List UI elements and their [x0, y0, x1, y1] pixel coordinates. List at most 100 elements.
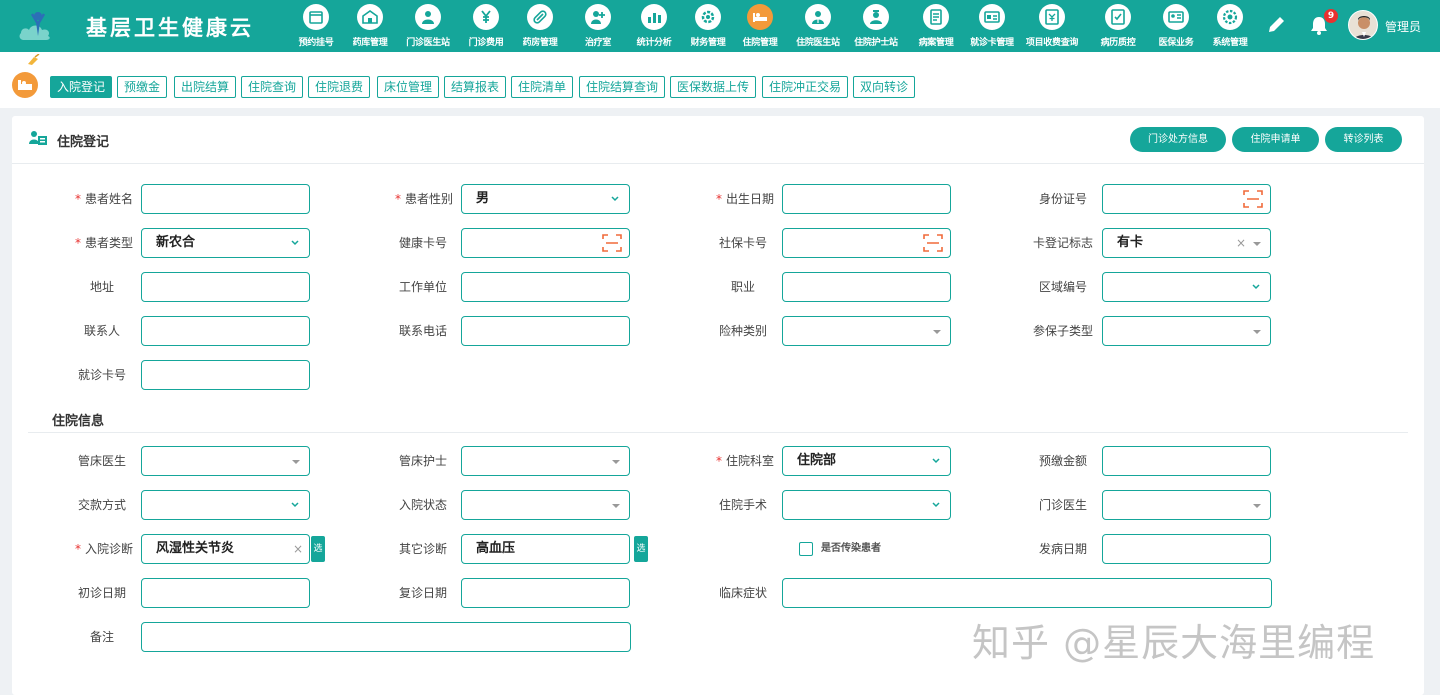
symptoms-input[interactable] — [782, 578, 1272, 608]
nav-item-10[interactable]: 住院护士站 — [846, 4, 906, 50]
nav-item-14[interactable]: 病历质控 — [1088, 4, 1148, 50]
first-visit-input[interactable] — [141, 578, 310, 608]
visit-card-input[interactable] — [141, 360, 310, 390]
patient-name-label: * 患者姓名 — [74, 192, 133, 206]
scan-icon[interactable] — [1243, 190, 1263, 208]
payment-select[interactable] — [141, 490, 310, 520]
finance-gear-icon — [695, 4, 721, 30]
edit-icon[interactable] — [1265, 14, 1287, 36]
address-input[interactable] — [141, 272, 310, 302]
nav-item-0[interactable]: 预约挂号 — [286, 4, 346, 50]
tab-1[interactable]: 预缴金 — [117, 76, 168, 98]
remark-input[interactable] — [141, 622, 631, 652]
nav-label: 治疗室 — [584, 38, 612, 48]
nav-item-3[interactable]: 门诊费用 — [456, 4, 516, 50]
tab-7[interactable]: 住院清单 — [511, 76, 574, 98]
dropdown-arrow-icon — [933, 330, 941, 334]
nav-label: 系统管理 — [1212, 38, 1248, 48]
surgery-select[interactable] — [782, 490, 951, 520]
card-icon — [979, 4, 1005, 30]
other-diagnosis-input[interactable]: 高血压 — [461, 534, 630, 564]
bed-doctor-select[interactable] — [141, 446, 310, 476]
nav-item-9[interactable]: 住院医生站 — [788, 4, 848, 50]
tab-0[interactable]: 入院登记 — [50, 76, 113, 98]
deposit-input[interactable] — [1102, 446, 1271, 476]
nurse-icon — [863, 4, 889, 30]
diagnosis-input[interactable]: 风湿性关节炎 × — [141, 534, 310, 564]
nav-item-6[interactable]: 统计分析 — [624, 4, 684, 50]
nav-item-5[interactable]: 治疗室 — [568, 4, 628, 50]
bed-nurse-select[interactable] — [461, 446, 630, 476]
tab-3[interactable]: 住院查询 — [241, 76, 304, 98]
nav-label: 医保业务 — [1158, 38, 1194, 48]
nav-item-12[interactable]: 就诊卡管理 — [962, 4, 1022, 50]
scan-icon[interactable] — [923, 234, 943, 252]
social-card-input[interactable] — [782, 228, 951, 258]
scan-icon[interactable] — [602, 234, 622, 252]
avatar[interactable] — [1348, 10, 1378, 40]
chevron-down-icon — [611, 196, 619, 202]
revisit-label: 复诊日期 — [398, 586, 447, 600]
tab-6[interactable]: 结算报表 — [444, 76, 507, 98]
bed-nurse-label: 管床护士 — [398, 454, 447, 468]
outpatient-prescription-button[interactable]: 门诊处方信息 — [1130, 127, 1226, 152]
birth-date-input[interactable] — [782, 184, 951, 214]
admission-state-select[interactable] — [461, 490, 630, 520]
insurance-icon — [1163, 4, 1189, 30]
patient-gender-select[interactable]: 男 — [461, 184, 630, 214]
warehouse-icon — [357, 4, 383, 30]
onset-date-label: 发病日期 — [1038, 542, 1087, 556]
nav-item-7[interactable]: 财务管理 — [678, 4, 738, 50]
occupation-input[interactable] — [782, 272, 951, 302]
nav-item-1[interactable]: 药库管理 — [340, 4, 400, 50]
patient-type-label: * 患者类型 — [74, 236, 133, 250]
infectious-checkbox[interactable] — [799, 542, 813, 556]
tab-8[interactable]: 住院结算查询 — [579, 76, 666, 98]
onset-date-input[interactable] — [1102, 534, 1271, 564]
patient-type-select[interactable]: 新农合 — [141, 228, 310, 258]
symptoms-label: 临床症状 — [718, 586, 767, 600]
chevron-down-icon — [1252, 284, 1260, 290]
referral-list-button[interactable]: 转诊列表 — [1325, 127, 1402, 152]
clear-icon[interactable]: × — [1236, 229, 1246, 257]
clear-icon[interactable]: × — [293, 535, 303, 563]
department-label: * 住院科室 — [715, 454, 774, 468]
user-name[interactable]: 管理员 — [1385, 18, 1421, 35]
tab-2[interactable]: 出院结算 — [174, 76, 237, 98]
nav-item-15[interactable]: 医保业务 — [1146, 4, 1206, 50]
diagnosis-label: * 入院诊断 — [74, 542, 133, 556]
nav-item-4[interactable]: 药房管理 — [510, 4, 570, 50]
tab-11[interactable]: 双向转诊 — [853, 76, 916, 98]
nav-item-8[interactable]: 住院管理 — [730, 4, 790, 50]
nav-item-2[interactable]: 门诊医生站 — [398, 4, 458, 50]
region-code-select[interactable] — [1102, 272, 1271, 302]
tab-5[interactable]: 床位管理 — [377, 76, 440, 98]
id-card-input[interactable] — [1102, 184, 1271, 214]
health-card-input[interactable] — [461, 228, 630, 258]
work-unit-input[interactable] — [461, 272, 630, 302]
nav-item-16[interactable]: 系统管理 — [1200, 4, 1260, 50]
patient-name-input[interactable] — [141, 184, 310, 214]
phone-label: 联系电话 — [398, 324, 447, 338]
tab-4[interactable]: 住院退费 — [308, 76, 371, 98]
inpatient-doctor-icon — [805, 4, 831, 30]
dropdown-arrow-icon — [1253, 242, 1261, 246]
card-flag-select[interactable]: 有卡 × — [1102, 228, 1271, 258]
insurance-subtype-select[interactable] — [1102, 316, 1271, 346]
nav-item-13[interactable]: 项目收费查询 — [1022, 4, 1082, 50]
module-home-icon[interactable] — [12, 72, 38, 98]
contact-input[interactable] — [141, 316, 310, 346]
nav-item-11[interactable]: 病案管理 — [906, 4, 966, 50]
revisit-input[interactable] — [461, 578, 630, 608]
outpatient-doctor-select[interactable] — [1102, 490, 1271, 520]
other-diagnosis-select-button[interactable]: 选 — [634, 536, 648, 562]
tab-10[interactable]: 住院冲正交易 — [762, 76, 849, 98]
chevron-down-icon — [932, 502, 940, 508]
department-select[interactable]: 住院部 — [782, 446, 951, 476]
phone-input[interactable] — [461, 316, 630, 346]
admission-request-button[interactable]: 住院申请单 — [1232, 127, 1319, 152]
nav-label: 项目收费查询 — [1025, 38, 1079, 48]
tab-9[interactable]: 医保数据上传 — [670, 76, 757, 98]
insurance-type-select[interactable] — [782, 316, 951, 346]
diagnosis-select-button[interactable]: 选 — [311, 536, 325, 562]
